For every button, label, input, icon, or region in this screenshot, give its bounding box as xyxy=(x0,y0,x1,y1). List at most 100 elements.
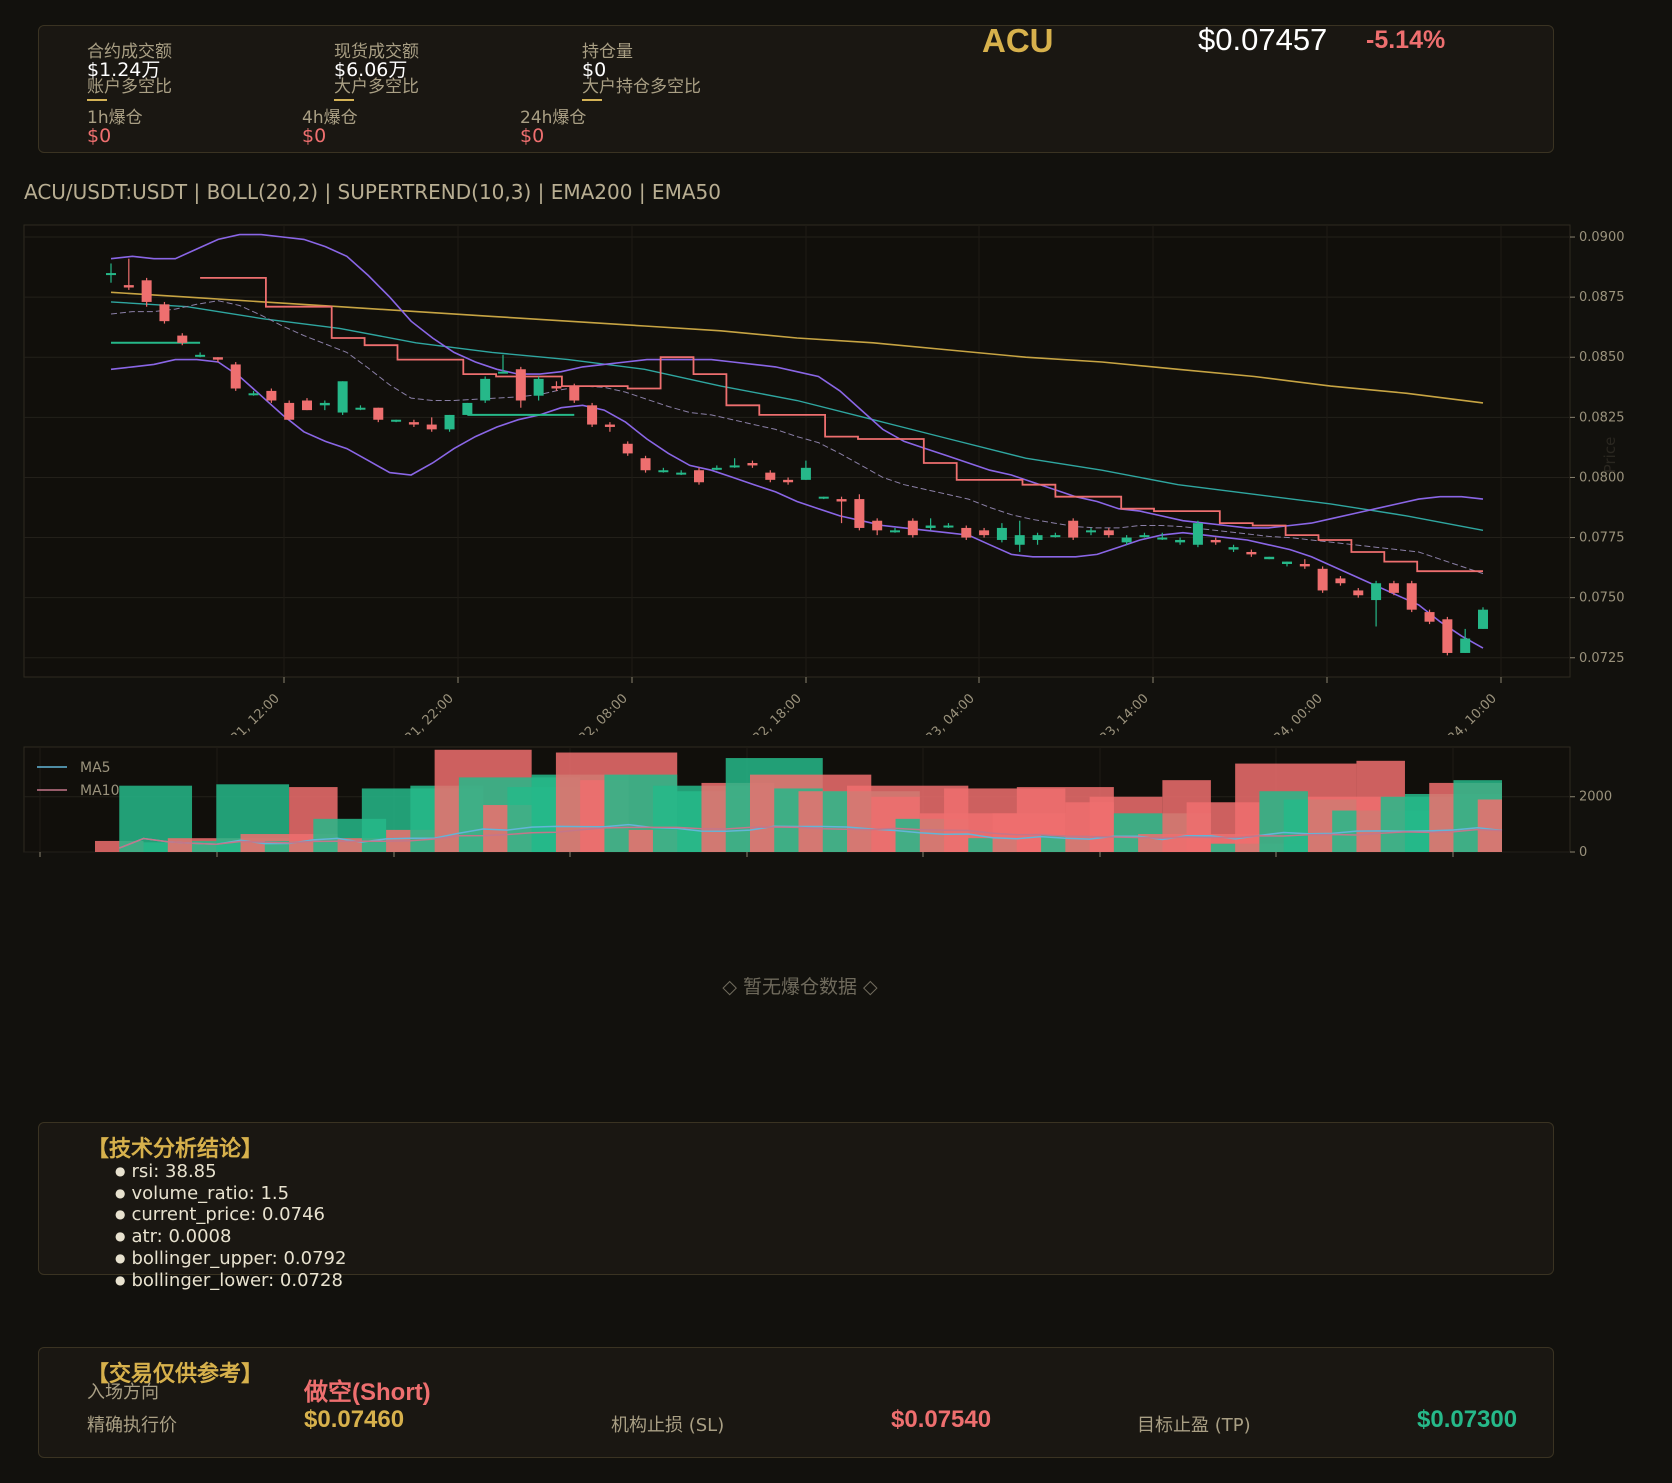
candle xyxy=(1442,616,1453,656)
candle-body xyxy=(1103,530,1114,536)
candle-body xyxy=(1371,583,1382,601)
candle-body xyxy=(266,390,277,401)
candle-body xyxy=(604,424,615,427)
candle-body xyxy=(1460,638,1471,653)
candle-body xyxy=(943,525,954,528)
ratio-bar xyxy=(334,99,354,101)
x-tick-label: Jun 24, 00:00 xyxy=(1253,691,1326,735)
candle-body xyxy=(658,470,669,473)
analysis-item: volume_ratio: 1.5 xyxy=(115,1183,346,1205)
ratio-bar xyxy=(582,99,602,101)
candle-body xyxy=(694,470,704,483)
candle-body xyxy=(462,402,473,415)
stat-sub: 账户多空比 xyxy=(87,77,172,97)
candle-body xyxy=(1317,568,1328,591)
candle-body xyxy=(195,354,206,357)
candle-body xyxy=(498,371,508,374)
candle-body xyxy=(123,285,134,288)
candle-body xyxy=(106,273,116,276)
take-profit-label: 目标止盈 (TP) xyxy=(1137,1415,1251,1436)
analysis-item: current_price: 0.0746 xyxy=(115,1204,346,1226)
stat-sub: 大户多空比 xyxy=(334,77,419,97)
candle-body xyxy=(551,386,562,389)
candle-body xyxy=(426,424,437,430)
candle-body xyxy=(1086,530,1096,533)
candle-body xyxy=(177,335,188,343)
candle-body xyxy=(676,472,687,475)
analysis-item: bollinger_upper: 0.0792 xyxy=(115,1248,346,1270)
candle xyxy=(907,518,918,538)
analysis-item: atr: 0.0008 xyxy=(115,1226,346,1248)
candle-body xyxy=(872,520,883,531)
y-tick-label: 0 xyxy=(1579,845,1587,860)
candle-body xyxy=(1406,583,1417,610)
candle-body xyxy=(284,402,295,420)
y-tick-label: 0.0750 xyxy=(1579,591,1625,606)
candle xyxy=(1406,580,1417,613)
candle-body xyxy=(408,422,419,425)
candle-body xyxy=(907,520,918,536)
analysis-title: 【技术分析结论】 xyxy=(87,1137,264,1162)
symbol-title: ACU xyxy=(982,22,1054,59)
y-tick-label: 0.0775 xyxy=(1579,531,1625,546)
candle-body xyxy=(1210,539,1221,543)
candle-body xyxy=(319,402,330,406)
entry-value: $0.07460 xyxy=(304,1406,405,1433)
candle xyxy=(159,301,170,324)
candle-body xyxy=(1478,609,1488,629)
legend-label: MA5 xyxy=(80,760,111,776)
volume-chart[interactable]: 0 2000 MA5 MA10 xyxy=(0,735,1672,860)
candle-body xyxy=(212,357,223,360)
candle-body xyxy=(1353,590,1364,596)
candle-body xyxy=(569,386,580,401)
candle-body xyxy=(302,400,312,411)
trade-panel: 【交易仅供参考】 入场方向 做空(Short) 精确执行价 $0.07460 机… xyxy=(38,1347,1554,1458)
x-tick-label: Jun 22, 08:00 xyxy=(558,691,631,735)
candle-body xyxy=(533,378,544,396)
current-price: $0.07457 xyxy=(1198,22,1328,57)
candle-body xyxy=(1068,520,1079,538)
y-tick-label: 0.0725 xyxy=(1579,651,1625,666)
candle-body xyxy=(159,304,170,322)
candle-body xyxy=(391,419,402,422)
candle xyxy=(694,467,704,485)
futures-volume-stat: 合约成交额 $1.24万 账户多空比 xyxy=(87,44,172,101)
candle-body xyxy=(1246,551,1257,555)
candle-body xyxy=(961,527,972,538)
x-tick-label: Jun 23, 04:00 xyxy=(905,691,978,735)
volume-bar xyxy=(1477,799,1502,852)
candle xyxy=(230,362,241,391)
liq-24h-stat: 24h爆仓 $0 xyxy=(520,110,586,146)
candle xyxy=(1317,566,1328,593)
candle-body xyxy=(480,378,491,401)
candle-body xyxy=(890,530,900,533)
direction-label: 入场方向 xyxy=(87,1382,159,1403)
y-tick-label: 0.0825 xyxy=(1579,410,1625,425)
legend-label: MA10 xyxy=(80,783,119,799)
open-interest-stat: 持仓量 $0 大户持仓多空比 xyxy=(582,44,701,101)
candle xyxy=(1264,556,1275,560)
candle-body xyxy=(836,499,847,502)
candle-body xyxy=(1442,619,1453,653)
candle xyxy=(1192,520,1203,548)
candle-body xyxy=(800,467,811,480)
candle-body xyxy=(1228,547,1239,550)
candle-body xyxy=(337,381,348,413)
candle-body xyxy=(1121,537,1132,543)
stop-loss-label: 机构止损 (SL) xyxy=(611,1415,725,1436)
candle-body xyxy=(1192,523,1203,545)
analysis-item: rsi: 38.85 xyxy=(115,1161,346,1183)
candle-body xyxy=(248,393,259,396)
liquidation-empty-message: ◇ 暂无爆仓数据 ◇ xyxy=(722,976,878,998)
candle-body xyxy=(818,496,829,499)
price-chart[interactable]: 0.07250.07500.07750.08000.08250.08500.08… xyxy=(0,205,1672,735)
candle xyxy=(1478,607,1488,629)
candle-body xyxy=(1388,583,1399,593)
stat-value: $0 xyxy=(87,125,112,147)
x-tick-label: Jun 24, 10:00 xyxy=(1427,691,1500,735)
candle-body xyxy=(1335,578,1346,584)
stat-sub: 大户持仓多空比 xyxy=(582,77,701,97)
candle-body xyxy=(355,407,366,410)
candle-body xyxy=(515,369,526,401)
candle-body xyxy=(230,364,241,389)
